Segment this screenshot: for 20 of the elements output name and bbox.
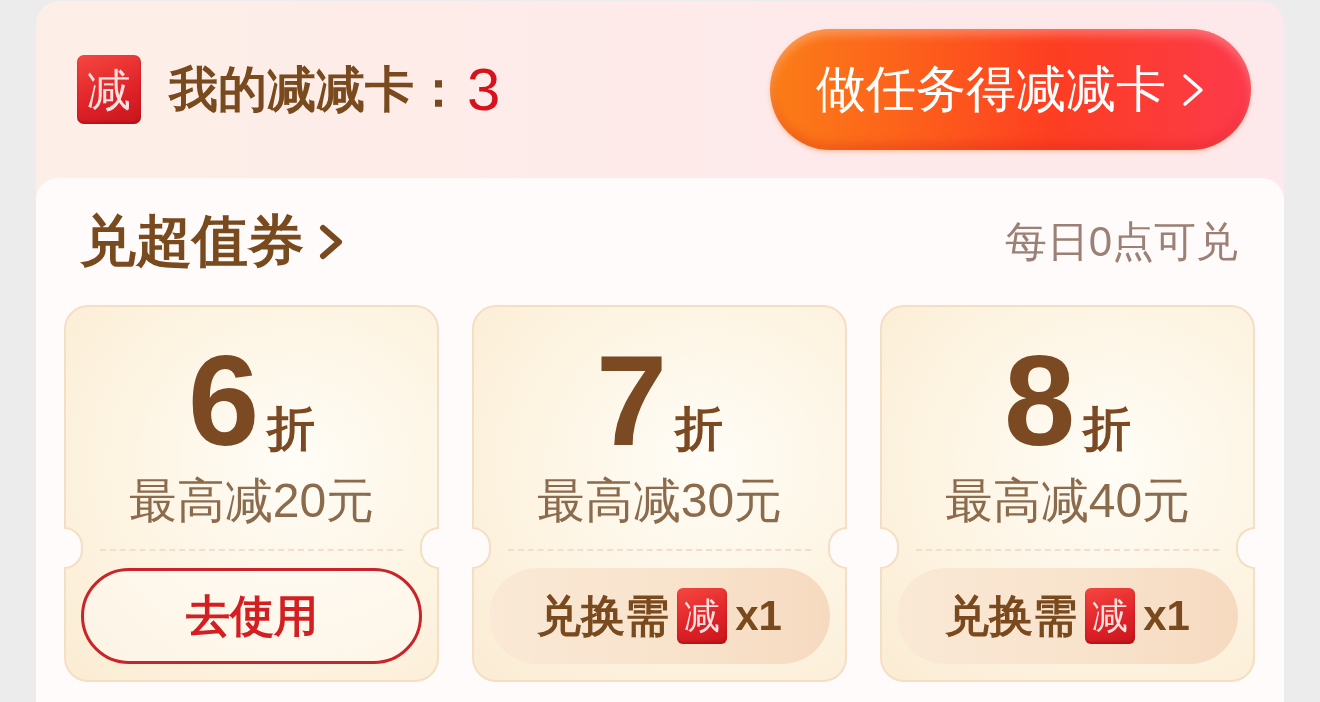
exchange-time-note: 每日0点可兑 bbox=[1004, 216, 1238, 267]
discount-unit: 折 bbox=[267, 405, 316, 453]
discount-unit: 折 bbox=[675, 405, 724, 453]
reduce-tile: 减 bbox=[1085, 588, 1136, 644]
max-discount-text: 最高减40元 bbox=[944, 473, 1191, 529]
task-button[interactable]: 做任务得减减卡 bbox=[770, 29, 1251, 150]
section-title-link[interactable]: 兑超值券 bbox=[80, 203, 346, 280]
discount-unit: 折 bbox=[1083, 405, 1132, 453]
use-button[interactable]: 去使用 bbox=[81, 568, 422, 664]
exchange-button[interactable]: 兑换需 减 x1 bbox=[489, 568, 830, 664]
reduce-tile: 减 bbox=[77, 55, 141, 124]
reduce-card-title: 我的减减卡： bbox=[169, 60, 463, 118]
discount-value: 8 bbox=[1003, 337, 1076, 465]
max-discount-text: 最高减30元 bbox=[536, 473, 783, 529]
reduce-tile: 减 bbox=[677, 588, 728, 644]
card-count: 3 bbox=[467, 59, 501, 120]
max-discount-text: 最高减20元 bbox=[128, 473, 375, 529]
discount-value: 7 bbox=[595, 337, 668, 465]
discount-value: 6 bbox=[187, 337, 260, 465]
exchange-button[interactable]: 兑换需 减 x1 bbox=[897, 568, 1238, 664]
